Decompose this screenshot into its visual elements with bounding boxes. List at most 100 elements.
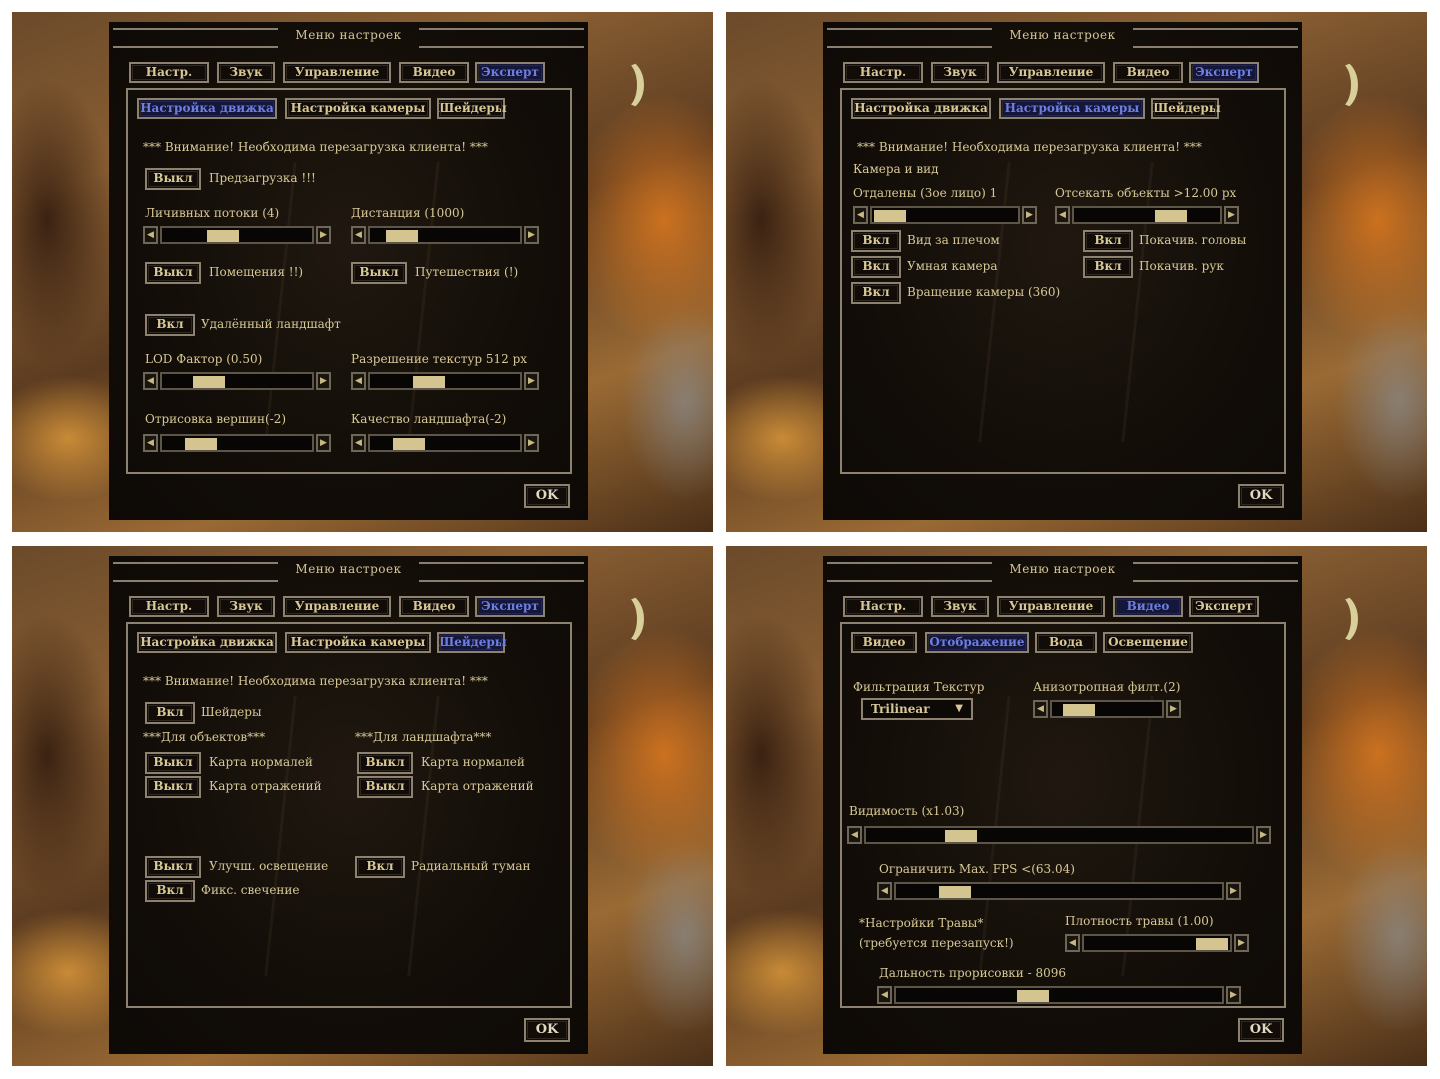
subtab-video[interactable]: Видео bbox=[851, 632, 917, 653]
tab-sound[interactable]: Звук bbox=[217, 62, 275, 83]
preload-toggle[interactable]: Выкл bbox=[145, 168, 201, 190]
tab-general[interactable]: Настр. bbox=[129, 596, 209, 617]
arrow-left-icon[interactable]: ◀ bbox=[143, 372, 158, 390]
tab-general[interactable]: Настр. bbox=[843, 596, 923, 617]
landscape-normal-map-toggle[interactable]: Выкл bbox=[357, 752, 413, 774]
arrow-left-icon[interactable]: ◀ bbox=[847, 826, 862, 844]
arrow-left-icon[interactable]: ◀ bbox=[351, 226, 366, 244]
arrow-right-icon[interactable]: ▶ bbox=[1234, 934, 1249, 952]
slider-thumb[interactable] bbox=[1063, 704, 1095, 716]
tab-controls[interactable]: Управление bbox=[283, 596, 391, 617]
tab-video[interactable]: Видео bbox=[1113, 596, 1183, 617]
shaders-toggle[interactable]: Вкл bbox=[145, 702, 195, 724]
subtab-display[interactable]: Отображение bbox=[925, 632, 1029, 653]
tab-controls[interactable]: Управление bbox=[997, 596, 1105, 617]
anisotropic-slider[interactable]: ◀ ▶ bbox=[1033, 700, 1181, 718]
fixed-glow-toggle[interactable]: Вкл bbox=[145, 880, 195, 902]
ok-button[interactable]: OK bbox=[524, 484, 570, 508]
subtab-water[interactable]: Вода bbox=[1035, 632, 1097, 653]
slider-thumb[interactable] bbox=[207, 230, 239, 242]
subtab-camera[interactable]: Настройка камеры bbox=[285, 632, 431, 653]
arrow-right-icon[interactable]: ▶ bbox=[524, 434, 539, 452]
slider-thumb[interactable] bbox=[185, 438, 217, 450]
tab-sound[interactable]: Звук bbox=[217, 596, 275, 617]
slider-thumb[interactable] bbox=[393, 438, 425, 450]
subtab-camera[interactable]: Настройка камеры bbox=[285, 98, 431, 119]
arrow-right-icon[interactable]: ▶ bbox=[524, 226, 539, 244]
slider-thumb[interactable] bbox=[874, 210, 906, 222]
arrow-left-icon[interactable]: ◀ bbox=[351, 372, 366, 390]
tab-expert[interactable]: Эксперт bbox=[1189, 62, 1259, 83]
arrow-right-icon[interactable]: ▶ bbox=[1166, 700, 1181, 718]
arrow-left-icon[interactable]: ◀ bbox=[143, 434, 158, 452]
texture-res-slider[interactable]: ◀ ▶ bbox=[351, 372, 539, 390]
arrow-left-icon[interactable]: ◀ bbox=[1055, 206, 1070, 224]
tab-sound[interactable]: Звук bbox=[931, 596, 989, 617]
vertex-draw-slider[interactable]: ◀ ▶ bbox=[143, 434, 331, 452]
slider-thumb[interactable] bbox=[939, 886, 971, 898]
travel-toggle[interactable]: Выкл bbox=[351, 262, 407, 284]
head-bob-toggle[interactable]: Вкл bbox=[1083, 230, 1133, 252]
tab-video[interactable]: Видео bbox=[399, 596, 469, 617]
tab-controls[interactable]: Управление bbox=[997, 62, 1105, 83]
arrow-left-icon[interactable]: ◀ bbox=[877, 882, 892, 900]
slider-thumb[interactable] bbox=[193, 376, 225, 388]
tab-expert[interactable]: Эксперт bbox=[475, 596, 545, 617]
arrow-right-icon[interactable]: ▶ bbox=[316, 226, 331, 244]
grass-density-slider[interactable]: ◀ ▶ bbox=[1065, 934, 1249, 952]
tab-general[interactable]: Настр. bbox=[843, 62, 923, 83]
arrow-right-icon[interactable]: ▶ bbox=[316, 372, 331, 390]
ok-button[interactable]: OK bbox=[1238, 1018, 1284, 1042]
arrow-left-icon[interactable]: ◀ bbox=[877, 986, 892, 1004]
arrow-right-icon[interactable]: ▶ bbox=[1022, 206, 1037, 224]
arrow-right-icon[interactable]: ▶ bbox=[1224, 206, 1239, 224]
cull-objects-slider[interactable]: ◀ ▶ bbox=[1055, 206, 1239, 224]
objects-normal-map-toggle[interactable]: Выкл bbox=[145, 752, 201, 774]
tab-sound[interactable]: Звук bbox=[931, 62, 989, 83]
interiors-toggle[interactable]: Выкл bbox=[145, 262, 201, 284]
arrow-left-icon[interactable]: ◀ bbox=[853, 206, 868, 224]
slider-thumb[interactable] bbox=[1017, 990, 1049, 1002]
slider-thumb[interactable] bbox=[945, 830, 977, 842]
draw-distance-slider[interactable]: ◀ ▶ bbox=[877, 986, 1241, 1004]
tab-video[interactable]: Видео bbox=[1113, 62, 1183, 83]
hand-bob-toggle[interactable]: Вкл bbox=[1083, 256, 1133, 278]
slider-thumb[interactable] bbox=[413, 376, 445, 388]
arrow-left-icon[interactable]: ◀ bbox=[351, 434, 366, 452]
camera-rotation-toggle[interactable]: Вкл bbox=[851, 282, 901, 304]
distant-land-toggle[interactable]: Вкл bbox=[145, 314, 195, 336]
arrow-right-icon[interactable]: ▶ bbox=[1256, 826, 1271, 844]
tab-general[interactable]: Настр. bbox=[129, 62, 209, 83]
tab-expert[interactable]: Эксперт bbox=[475, 62, 545, 83]
subtab-camera[interactable]: Настройка камеры bbox=[999, 98, 1145, 119]
over-shoulder-toggle[interactable]: Вкл bbox=[851, 230, 901, 252]
ok-button[interactable]: OK bbox=[524, 1018, 570, 1042]
subtab-engine[interactable]: Настройка движка bbox=[137, 98, 277, 119]
subtab-shaders[interactable]: Шейдеры bbox=[1151, 98, 1221, 119]
slider-thumb[interactable] bbox=[1196, 938, 1228, 950]
lod-slider[interactable]: ◀ ▶ bbox=[143, 372, 331, 390]
arrow-left-icon[interactable]: ◀ bbox=[1033, 700, 1048, 718]
landscape-reflection-map-toggle[interactable]: Выкл bbox=[357, 776, 413, 798]
tab-controls[interactable]: Управление bbox=[283, 62, 391, 83]
arrow-right-icon[interactable]: ▶ bbox=[1226, 882, 1241, 900]
arrow-left-icon[interactable]: ◀ bbox=[143, 226, 158, 244]
smart-camera-toggle[interactable]: Вкл bbox=[851, 256, 901, 278]
radial-fog-toggle[interactable]: Вкл bbox=[355, 856, 405, 878]
subtab-shaders[interactable]: Шейдеры bbox=[437, 632, 507, 653]
slider-thumb[interactable] bbox=[386, 230, 418, 242]
visibility-slider[interactable]: ◀ ▶ bbox=[847, 826, 1271, 844]
ok-button[interactable]: OK bbox=[1238, 484, 1284, 508]
tab-video[interactable]: Видео bbox=[399, 62, 469, 83]
max-fps-slider[interactable]: ◀ ▶ bbox=[877, 882, 1241, 900]
subtab-lighting[interactable]: Освещение bbox=[1103, 632, 1193, 653]
tab-expert[interactable]: Эксперт bbox=[1189, 596, 1259, 617]
subtab-shaders[interactable]: Шейдеры bbox=[437, 98, 507, 119]
texture-filter-dropdown[interactable]: Trilinear ▼ bbox=[861, 698, 973, 720]
third-person-distance-slider[interactable]: ◀ ▶ bbox=[853, 206, 1037, 224]
slider-thumb[interactable] bbox=[1155, 210, 1187, 222]
arrow-right-icon[interactable]: ▶ bbox=[524, 372, 539, 390]
arrow-left-icon[interactable]: ◀ bbox=[1065, 934, 1080, 952]
landscape-quality-slider[interactable]: ◀ ▶ bbox=[351, 434, 539, 452]
arrow-right-icon[interactable]: ▶ bbox=[1226, 986, 1241, 1004]
